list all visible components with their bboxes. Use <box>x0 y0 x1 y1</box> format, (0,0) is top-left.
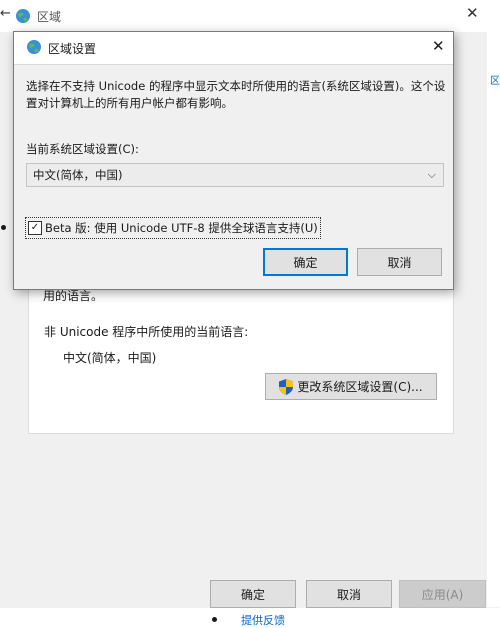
system-locale-select[interactable]: 中文(简体，中国) ⌵ <box>26 163 444 187</box>
beta-utf8-label: Beta 版: 使用 Unicode UTF-8 提供全球语言支持(U) <box>45 221 318 235</box>
dialog-title: 区域设置 <box>48 42 97 56</box>
chevron-down-icon: ⌵ <box>427 168 436 181</box>
dialog-cancel-button[interactable]: 取消 <box>357 248 442 276</box>
non-unicode-value: 中文(简体，中国) <box>63 351 157 365</box>
window-title: 区域 <box>37 10 62 24</box>
non-unicode-label: 非 Unicode 程序中所使用的当前语言: <box>44 325 249 339</box>
current-locale-label: 当前系统区域设置(C): <box>26 142 139 156</box>
dialog-ok-button[interactable]: 确定 <box>263 248 348 276</box>
globe-icon <box>16 9 30 23</box>
apply-button[interactable]: 应用(A) <box>399 580 486 608</box>
check-icon: ✓ <box>30 222 40 233</box>
beta-utf8-checkbox[interactable]: ✓ <box>28 221 42 235</box>
globe-icon <box>27 40 41 54</box>
beta-utf8-option[interactable]: ✓ Beta 版: 使用 Unicode UTF-8 提供全球语言支持(U) <box>25 217 321 239</box>
change-system-locale-button[interactable]: 更改系统区域设置(C)... <box>265 373 437 400</box>
system-locale-value: 中文(简体，中国) <box>33 168 123 182</box>
side-link[interactable]: 区 <box>490 72 500 87</box>
close-icon[interactable]: ✕ <box>466 4 479 22</box>
back-arrow-icon[interactable]: ← <box>0 6 11 21</box>
dialog-description: 选择在不支持 Unicode 的程序中显示文本时所使用的语言(系统区域设置)。这… <box>26 79 446 110</box>
change-system-locale-label: 更改系统区域设置(C)... <box>297 380 423 394</box>
bullet-icon <box>1 225 6 230</box>
bullet-icon <box>212 617 217 622</box>
dialog-titlebar: 区域设置 ✕ <box>14 32 453 65</box>
feedback-link[interactable]: 提供反馈 <box>241 612 285 628</box>
side-panel <box>487 32 500 607</box>
region-settings-dialog: 区域设置 ✕ 选择在不支持 Unicode 的程序中显示文本时所使用的语言(系统… <box>13 31 454 290</box>
cancel-button[interactable]: 取消 <box>306 580 392 608</box>
region-window-titlebar: ← 区域 ✕ <box>0 0 500 32</box>
ok-button[interactable]: 确定 <box>210 580 296 608</box>
close-icon[interactable]: ✕ <box>432 37 445 55</box>
uac-shield-icon <box>279 378 294 395</box>
